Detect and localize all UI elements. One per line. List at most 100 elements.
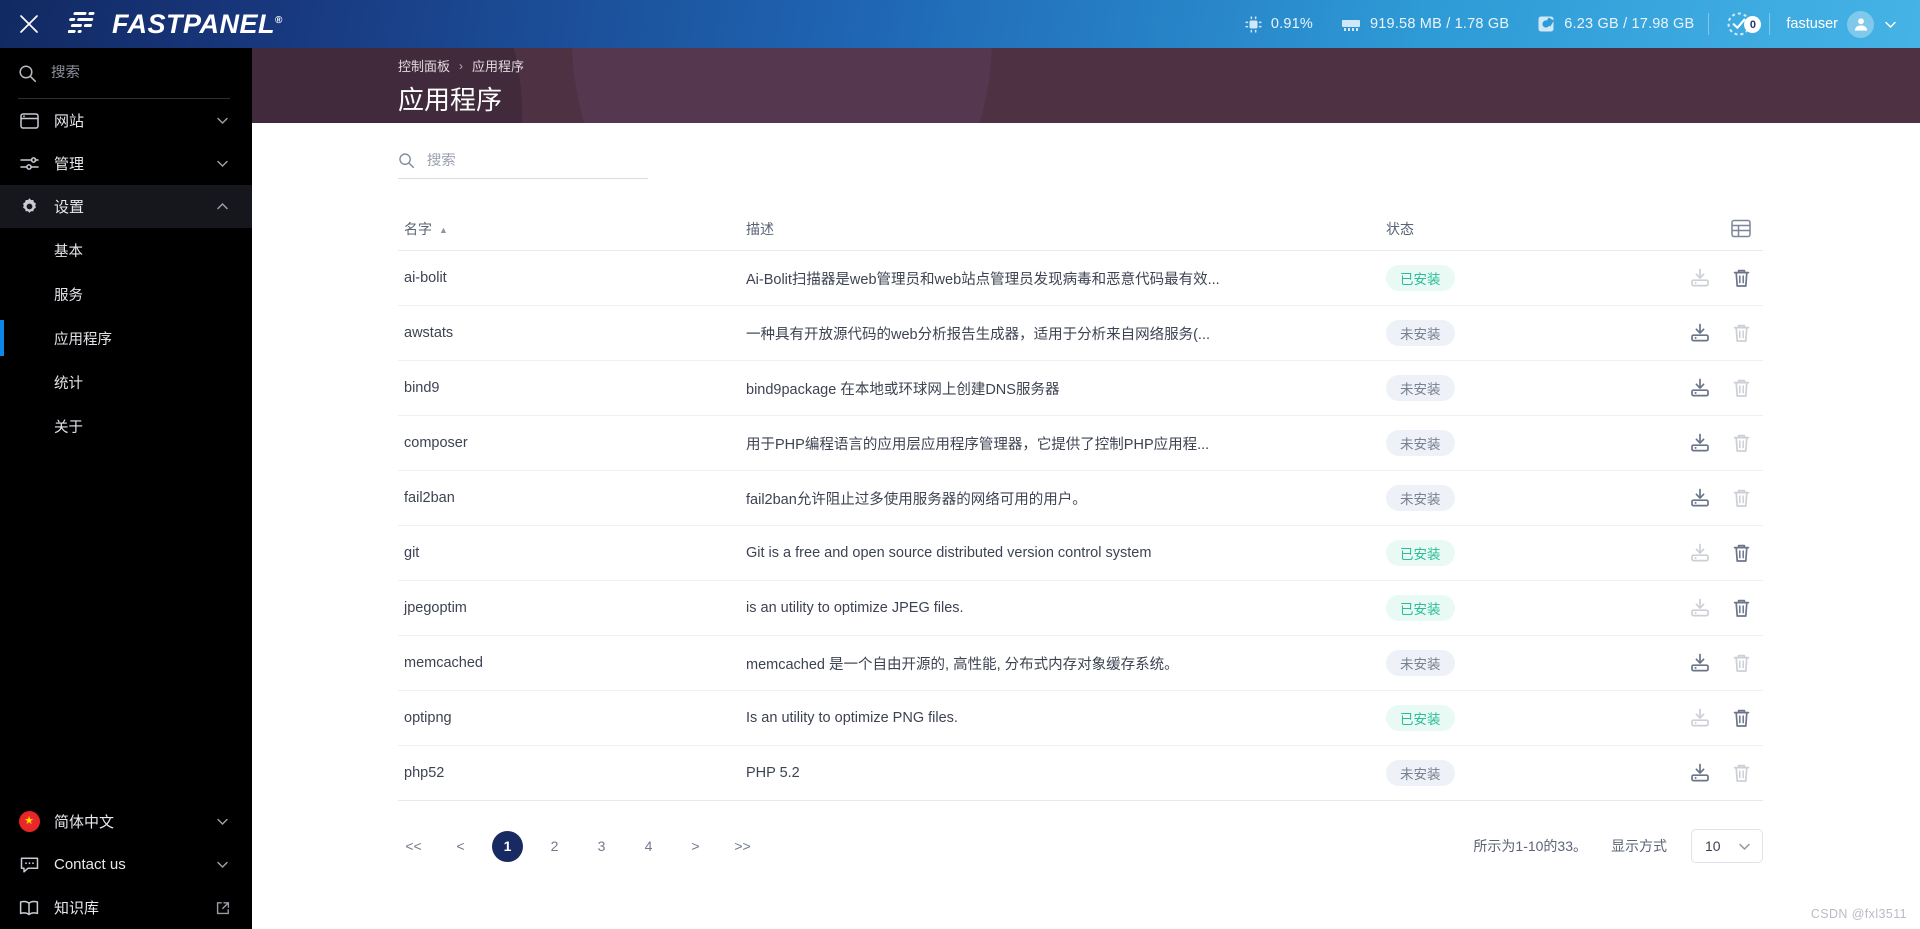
table-row[interactable]: awstats 一种具有开放源代码的web分析报告生成器，适用于分析来自网络服务(… (398, 306, 1763, 361)
delete-icon[interactable] (1732, 598, 1751, 618)
sidebar-bottom: ★ 简体中文 Contact us 知识库 (0, 800, 252, 929)
delete-icon[interactable] (1732, 378, 1751, 398)
breadcrumb-root[interactable]: 控制面板 (398, 56, 450, 75)
column-header-name[interactable]: 名字 ▲ (398, 219, 746, 239)
pagination-button[interactable]: 4 (633, 831, 664, 862)
install-icon[interactable] (1690, 543, 1710, 563)
disk-icon (1538, 16, 1555, 32)
notification-badge: 0 (1744, 16, 1762, 33)
install-icon[interactable] (1690, 598, 1710, 618)
sidebar-search[interactable] (0, 48, 252, 98)
chat-bubble-icon (18, 856, 40, 874)
cell-description: 一种具有开放源代码的web分析报告生成器，适用于分析来自网络服务(... (746, 326, 1211, 343)
status-badge: 未安装 (1386, 320, 1455, 346)
sidebar-item-label: 简体中文 (54, 814, 115, 831)
delete-icon[interactable] (1732, 433, 1751, 453)
delete-icon[interactable] (1732, 653, 1751, 673)
cell-status: 未安装 (1386, 485, 1656, 511)
cell-description: memcached 是一个自由开源的, 高性能, 分布式内存对象缓存系统。 (746, 656, 1179, 673)
pagination-button[interactable]: < (445, 831, 476, 862)
install-icon[interactable] (1690, 378, 1710, 398)
table-row[interactable]: optipng Is an utility to optimize PNG fil… (398, 691, 1763, 746)
column-header-status[interactable]: 状态 (1386, 219, 1656, 239)
install-icon[interactable] (1690, 268, 1710, 288)
install-icon[interactable] (1690, 323, 1710, 343)
browser-window-icon (18, 112, 40, 130)
table-row[interactable]: bind9 bind9package 在本地或环球网上创建DNS服务器 未安装 (398, 361, 1763, 416)
pagination-button[interactable]: 3 (586, 831, 617, 862)
brand-logo[interactable]: FASTPANEL® (68, 9, 283, 40)
pagination-button[interactable]: << (398, 831, 429, 862)
table-settings-icon[interactable] (1731, 219, 1751, 238)
sidebar-subitem-statistics[interactable]: 统计 (0, 360, 252, 404)
install-icon[interactable] (1690, 433, 1710, 453)
sidebar-subitem-label: 关于 (54, 419, 83, 436)
sidebar-subitem-services[interactable]: 服务 (0, 272, 252, 316)
notifications-button[interactable]: 0 (1709, 10, 1769, 38)
cell-name: awstats (404, 325, 454, 341)
search-field[interactable] (398, 151, 648, 179)
sidebar-search-input[interactable] (51, 65, 211, 81)
per-page-select[interactable]: 10 (1691, 829, 1763, 863)
sidebar-item-settings[interactable]: 设置 (0, 185, 252, 228)
table-row[interactable]: php52 PHP 5.2 未安装 (398, 746, 1763, 801)
install-icon[interactable] (1690, 708, 1710, 728)
pagination: << <1 2 3 4 > >> (398, 830, 758, 862)
chevron-down-icon (217, 160, 228, 168)
sidebar-item-contact-us[interactable]: Contact us (0, 843, 252, 886)
sidebar-item-knowledge-base[interactable]: 知识库 (0, 886, 252, 929)
delete-icon[interactable] (1732, 708, 1751, 728)
table-row[interactable]: fail2ban fail2ban允许阻止过多使用服务器的网络可用的用户。 未安装 (398, 471, 1763, 526)
install-icon[interactable] (1690, 488, 1710, 508)
table-row[interactable]: ai-bolit Ai-Bolit扫描器是web管理员和web站点管理员发现病毒和… (398, 251, 1763, 306)
pagination-button[interactable]: >> (727, 831, 758, 862)
sidebar-item-websites[interactable]: 网站 (0, 99, 252, 142)
sidebar-subitem-applications[interactable]: 应用程序 (0, 316, 252, 360)
avatar (1847, 10, 1874, 38)
pagination-button[interactable]: > (680, 831, 711, 862)
pagination-button[interactable]: 1 (492, 830, 523, 862)
cell-status: 未安装 (1386, 760, 1656, 786)
search-input[interactable] (426, 152, 648, 169)
cell-description: Ai-Bolit扫描器是web管理员和web站点管理员发现病毒和恶意代码最有效.… (746, 271, 1220, 288)
sliders-icon (18, 155, 40, 173)
pagination-info: 所示为1-10的33。 显示方式 10 (1473, 829, 1763, 863)
cell-description: is an utility to optimize JPEG files. (746, 600, 964, 616)
sidebar-subitem-about[interactable]: 关于 (0, 404, 252, 448)
showing-range-text: 所示为1-10的33。 (1473, 838, 1587, 854)
delete-icon[interactable] (1732, 543, 1751, 563)
pagination-button[interactable]: 2 (539, 831, 570, 862)
table-row[interactable]: git Git is a free and open source distrib… (398, 526, 1763, 581)
fastpanel-mark-icon (68, 12, 95, 33)
breadcrumb-current[interactable]: 应用程序 (472, 56, 524, 75)
cell-name: fail2ban (404, 490, 455, 506)
install-icon[interactable] (1690, 763, 1710, 783)
delete-icon[interactable] (1732, 268, 1751, 288)
cell-name: memcached (404, 655, 483, 671)
delete-icon[interactable] (1732, 488, 1751, 508)
gear-icon (18, 197, 40, 216)
memory-value: 919.58 MB / 1.78 GB (1370, 16, 1510, 32)
table-row[interactable]: composer 用于PHP编程语言的应用层应用程序管理器，它提供了控制PHP应用… (398, 416, 1763, 471)
user-menu[interactable]: fastuser (1770, 10, 1910, 38)
top-bar: FASTPANEL® 0.91% 919.58 MB / 1.78 GB 6.2… (0, 0, 1920, 48)
cpu-icon (1245, 16, 1262, 32)
sidebar-item-management[interactable]: 管理 (0, 142, 252, 185)
ram-icon (1342, 19, 1361, 31)
install-icon[interactable] (1690, 653, 1710, 673)
sidebar-subitem-basic[interactable]: 基本 (0, 228, 252, 272)
table-row[interactable]: jpegoptim is an utility to optimize JPEG … (398, 581, 1763, 636)
user-name: fastuser (1786, 16, 1838, 32)
table-row[interactable]: memcached memcached 是一个自由开源的, 高性能, 分布式内存对… (398, 636, 1763, 691)
sidebar-item-language[interactable]: ★ 简体中文 (0, 800, 252, 843)
close-icon[interactable] (0, 0, 58, 48)
page-banner: 控制面板 › 应用程序 应用程序 (252, 48, 1920, 123)
delete-icon[interactable] (1732, 323, 1751, 343)
delete-icon[interactable] (1732, 763, 1751, 783)
status-badge: 已安装 (1386, 705, 1455, 731)
disk-value: 6.23 GB / 17.98 GB (1564, 16, 1695, 32)
external-link-icon (216, 901, 230, 914)
cell-actions (1656, 433, 1763, 453)
cell-status: 已安装 (1386, 540, 1656, 566)
column-header-description[interactable]: 描述 (746, 219, 1386, 239)
